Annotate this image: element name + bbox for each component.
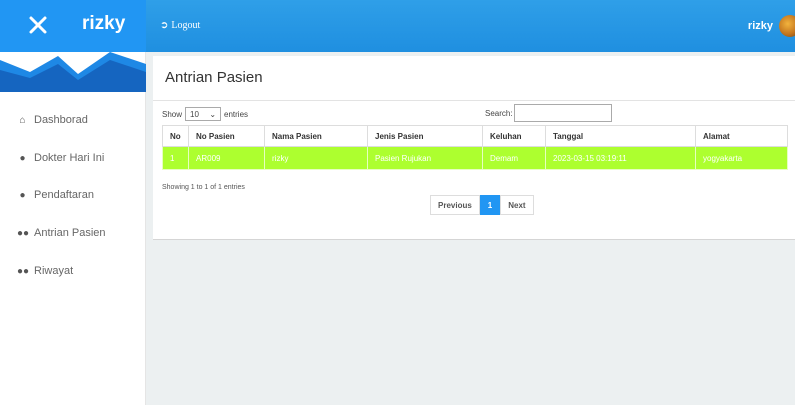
home-icon: ⌂ — [19, 114, 26, 126]
logout-label: Logout — [171, 20, 201, 31]
users-icon: ●● — [17, 227, 30, 239]
next-button[interactable]: Next — [500, 195, 534, 215]
sidebar-item-riwayat[interactable]: ●● Riwayat — [17, 265, 73, 277]
table-cell: 1 — [162, 146, 189, 170]
user-icon: ● — [19, 189, 26, 201]
entries-control: Show 10 ⌄ entries — [162, 107, 248, 121]
pagination: Previous 1 Next — [430, 195, 534, 215]
table-cell: Pasien Rujukan — [367, 146, 483, 170]
sidebar-item-label: Dokter Hari Ini — [34, 152, 105, 164]
table-row: 1 AR009 rizky Pasien Rujukan Demam 2023-… — [162, 146, 788, 170]
chevron-down-icon: ⌄ — [209, 109, 217, 119]
entries-select[interactable]: 10 ⌄ — [185, 107, 222, 121]
user-name[interactable]: rizky — [748, 20, 773, 32]
content-panel: Antrian Pasien Show 10 ⌄ entries Search:… — [153, 56, 795, 240]
search-input[interactable] — [513, 104, 612, 122]
column-header[interactable]: No Pasien — [188, 125, 265, 147]
logout-link[interactable]: ➲ Logout — [160, 20, 200, 31]
table-cell: rizky — [264, 146, 368, 170]
table-header-row: No No Pasien Nama Pasien Jenis Pasien Ke… — [162, 125, 788, 147]
search-control: Search: — [485, 104, 612, 122]
divider — [153, 100, 795, 101]
column-header[interactable]: No — [162, 125, 189, 147]
previous-button[interactable]: Previous — [430, 195, 480, 215]
page-button-current[interactable]: 1 — [479, 195, 501, 215]
column-header[interactable]: Nama Pasien — [264, 125, 368, 147]
sidebar-logo — [0, 52, 146, 92]
entries-value: 10 — [190, 109, 199, 119]
table-cell: yogyakarta — [695, 146, 788, 170]
sidebar-item-label: Riwayat — [34, 265, 74, 277]
logout-icon: ➲ — [160, 20, 169, 31]
user-icon: ● — [19, 152, 26, 164]
column-header[interactable]: Jenis Pasien — [367, 125, 483, 147]
show-label: Show — [162, 109, 183, 119]
table-info: Showing 1 to 1 of 1 entries — [162, 184, 245, 191]
close-icon[interactable] — [27, 14, 49, 36]
table-cell: AR009 — [188, 146, 265, 170]
sidebar: ⌂ Dashborad ● Dokter Hari Ini ● Pendafta… — [0, 52, 146, 405]
queue-table: No No Pasien Nama Pasien Jenis Pasien Ke… — [162, 125, 788, 170]
sidebar-item-dokter[interactable]: ● Dokter Hari Ini — [17, 152, 104, 164]
column-header[interactable]: Keluhan — [482, 125, 546, 147]
sidebar-item-label: Pendaftaran — [34, 189, 94, 201]
brand-area: rizky — [0, 0, 146, 52]
sidebar-item-dashboard[interactable]: ⌂ Dashborad — [17, 114, 88, 126]
search-label: Search: — [485, 108, 513, 118]
column-header[interactable]: Alamat — [695, 125, 788, 147]
entries-label: entries — [224, 109, 249, 119]
sidebar-item-pendaftaran[interactable]: ● Pendaftaran — [17, 189, 94, 201]
column-header[interactable]: Tanggal — [545, 125, 696, 147]
sidebar-item-label: Dashborad — [34, 114, 88, 126]
sidebar-item-antrian[interactable]: ●● Antrian Pasien — [17, 227, 106, 239]
table-cell: 2023-03-15 03:19:11 — [545, 146, 696, 170]
top-bar: rizky ➲ Logout rizky — [0, 0, 795, 52]
page-title: Antrian Pasien — [165, 69, 263, 86]
table-cell: Demam — [482, 146, 546, 170]
brand-title: rizky — [82, 13, 126, 34]
users-icon: ●● — [17, 265, 30, 277]
sidebar-item-label: Antrian Pasien — [34, 227, 106, 239]
avatar[interactable] — [779, 15, 795, 37]
